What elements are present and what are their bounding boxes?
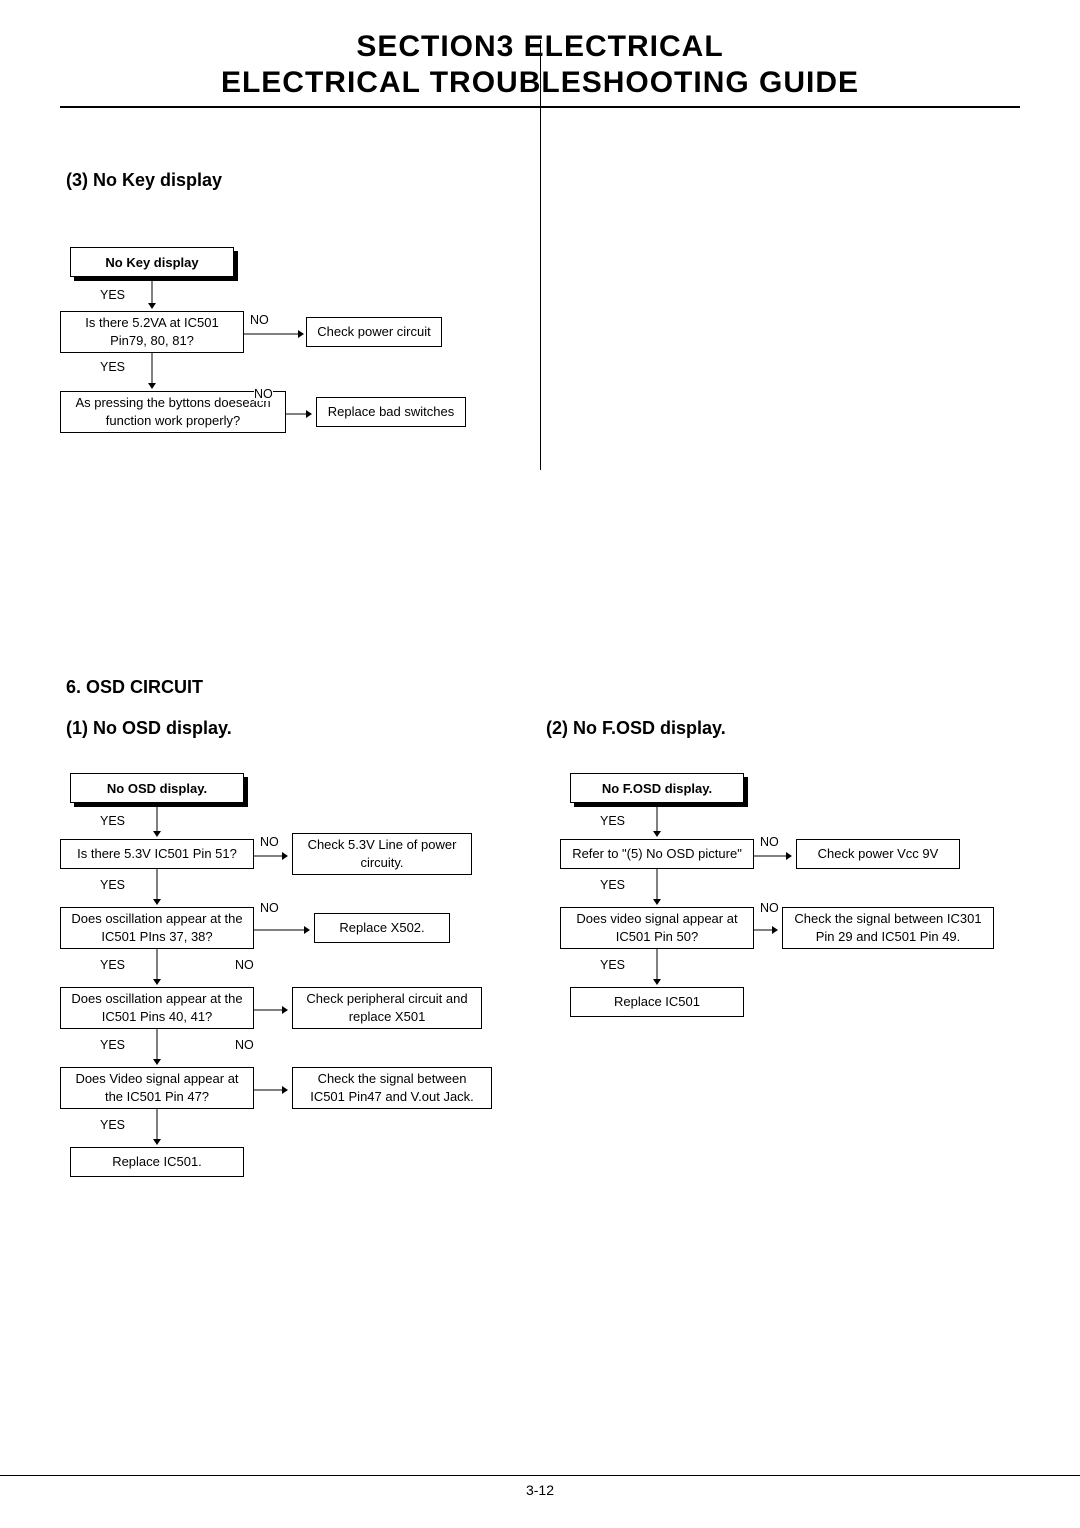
- l-no-4: NO: [235, 1038, 254, 1052]
- l-yes-4: YES: [100, 1038, 125, 1052]
- r-q1: Refer to "(5) No OSD picture": [560, 839, 754, 869]
- r-start-box: No F.OSD display.: [570, 773, 744, 803]
- page-number: 3-12: [526, 1482, 554, 1498]
- l-start-box: No OSD display.: [70, 773, 244, 803]
- r-yes-3: YES: [600, 958, 625, 972]
- section6-title: 6. OSD CIRCUIT: [66, 677, 1020, 698]
- r-q2: Does video signal appear at IC501 Pin 50…: [560, 907, 754, 949]
- l-end: Replace IC501.: [70, 1147, 244, 1177]
- l-q3: Does oscillation appear at the IC501 Pin…: [60, 987, 254, 1029]
- l-no-1: NO: [260, 835, 279, 849]
- flowchart-no-osd: No OSD display. YES Is there 5.3V IC501 …: [60, 773, 540, 1213]
- flowchart-no-fosd: No F.OSD display. YES Refer to "(5) No O…: [560, 773, 1020, 1073]
- l-a3: Check peripheral circuit and replace X50…: [292, 987, 482, 1029]
- q2-text: As pressing the byttons doeseach functio…: [67, 394, 279, 429]
- start-box: No Key display: [70, 247, 234, 277]
- a2-box: Replace bad switches: [316, 397, 466, 427]
- l-no-2: NO: [260, 901, 279, 915]
- left-title: (1) No OSD display.: [66, 718, 540, 739]
- right-column: (2) No F.OSD display. No F.OSD display. …: [540, 718, 1020, 1213]
- l-a4: Check the signal between IC501 Pin47 and…: [292, 1067, 492, 1109]
- r-start-label: No F.OSD display.: [602, 781, 712, 796]
- section3-title: (3) No Key display: [66, 170, 1020, 191]
- l-no-3: NO: [235, 958, 254, 972]
- l-q2: Does oscillation appear at the IC501 PIn…: [60, 907, 254, 949]
- q2-box: As pressing the byttons doeseach functio…: [60, 391, 286, 433]
- r-yes-2: YES: [600, 878, 625, 892]
- r-end: Replace IC501: [570, 987, 744, 1017]
- l-yes-2: YES: [100, 878, 125, 892]
- r-a1: Check power Vcc 9V: [796, 839, 960, 869]
- a1-text: Check power circuit: [317, 323, 430, 341]
- no-label-1: NO: [250, 313, 269, 327]
- a2-text: Replace bad switches: [328, 403, 454, 421]
- r-no-2: NO: [760, 901, 779, 915]
- l-yes-3: YES: [100, 958, 125, 972]
- l-yes-1: YES: [100, 814, 125, 828]
- l-q4: Does Video signal appear at the IC501 Pi…: [60, 1067, 254, 1109]
- no-label-2: NO: [254, 387, 273, 401]
- start-label: No Key display: [105, 255, 198, 270]
- l-start-label: No OSD display.: [107, 781, 207, 796]
- l-a2: Replace X502.: [314, 913, 450, 943]
- page-footer: 3-12: [0, 1475, 1080, 1498]
- right-title: (2) No F.OSD display.: [546, 718, 1020, 739]
- r-yes-1: YES: [600, 814, 625, 828]
- l-a1: Check 5.3V Line of power circuity.: [292, 833, 472, 875]
- left-column: (1) No OSD display. No OSD display. YES …: [60, 718, 540, 1213]
- a1-box: Check power circuit: [306, 317, 442, 347]
- q1-box: Is there 5.2VA at IC501 Pin79, 80, 81?: [60, 311, 244, 353]
- l-yes-5: YES: [100, 1118, 125, 1132]
- yes-label-2: YES: [100, 360, 125, 374]
- l-q1: Is there 5.3V IC501 Pin 51?: [60, 839, 254, 869]
- r-a2: Check the signal between IC301 Pin 29 an…: [782, 907, 994, 949]
- r-no-1: NO: [760, 835, 779, 849]
- q1-text: Is there 5.2VA at IC501 Pin79, 80, 81?: [67, 314, 237, 349]
- column-divider: [540, 40, 541, 470]
- two-column: (1) No OSD display. No OSD display. YES …: [60, 718, 1020, 1213]
- yes-label: YES: [100, 288, 125, 302]
